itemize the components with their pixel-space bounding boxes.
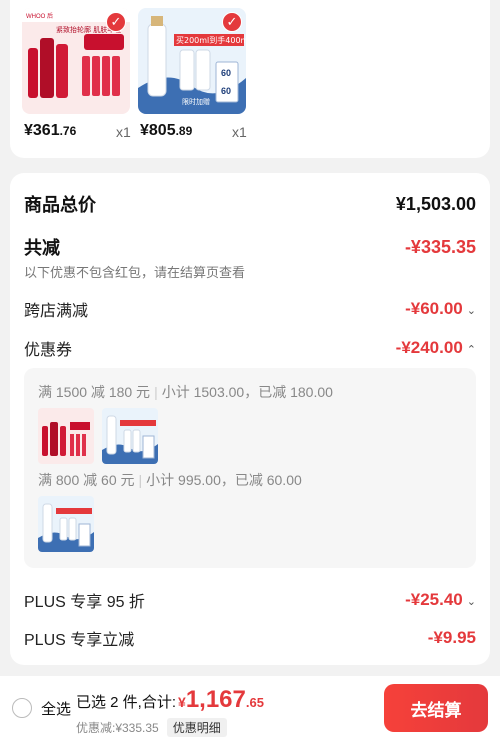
cart-products-card: WHOO 后 紧致抬轮廓 肌肤年轻 ✓ ¥361.76 x1 60 60 买20… [10, 0, 490, 158]
product-image-2[interactable]: 60 60 买200ml到手400ml 限时加赠 ✓ [138, 8, 246, 114]
coupon-detail: 小计 995.00，已减 60.00 [146, 472, 302, 488]
coupon-row[interactable]: 优惠券 -¥240.00 ⌃ [24, 336, 476, 360]
price-dec: .89 [175, 124, 193, 138]
radio-icon[interactable] [12, 698, 32, 718]
svg-text:买200ml到手400ml: 买200ml到手400ml [176, 35, 246, 45]
coupon-details: 满 1500 减 180 元 | 小计 1503.00，已减 180.00 满 80… [24, 368, 476, 568]
coupon-label: 优惠券 [24, 342, 73, 359]
total-line: 已选 2 件,合计: ¥ 1,167 .65 [76, 686, 264, 714]
discount-detail-button[interactable]: 优惠明细 [166, 718, 227, 737]
discount-note: 以下优惠不包含红包，请在结算页查看 [24, 265, 246, 280]
select-all-label[interactable]: 全选 [41, 698, 71, 719]
total-int: 1,167 [185, 686, 246, 713]
total-discount-value: -¥335.35 [404, 236, 476, 257]
coupon-value: -¥240.00 [395, 338, 463, 357]
discount-line: 优惠减:¥335.35 优惠明细 [76, 718, 227, 737]
price-int: ¥805 [140, 122, 176, 139]
svg-text:限时加赠: 限时加赠 [182, 97, 210, 106]
product-image-1[interactable]: WHOO 后 紧致抬轮廓 肌肤年轻 ✓ [22, 8, 130, 114]
price-int: ¥361 [24, 122, 60, 139]
cross-store-row[interactable]: 跨店满减 -¥60.00 ⌄ [24, 297, 476, 321]
svg-text:60: 60 [221, 68, 231, 78]
chevron-down-icon[interactable]: ⌄ [467, 595, 476, 608]
coupon-rule: 满 1500 减 180 元 [38, 384, 151, 400]
selected-text: 已选 2 件,合计: [76, 694, 177, 711]
total-discount-row: 共减 -¥335.35 [24, 234, 476, 260]
plus95-row[interactable]: PLUS 专享 95 折 -¥25.40 ⌄ [24, 588, 476, 612]
cross-store-value: -¥60.00 [405, 299, 463, 318]
plus95-label: PLUS 专享 95 折 [24, 594, 145, 611]
product-item-2[interactable]: 60 60 买200ml到手400ml 限时加赠 ✓ [138, 8, 246, 114]
product-item-1[interactable]: WHOO 后 紧致抬轮廓 肌肤年轻 ✓ [22, 8, 130, 114]
check-icon[interactable]: ✓ [106, 12, 126, 32]
plus-direct-row: PLUS 专享立减 -¥9.95 [24, 626, 476, 650]
svg-text:60: 60 [221, 86, 231, 96]
plus-direct-label: PLUS 专享立减 [24, 632, 135, 649]
discount-text: 优惠减:¥335.35 [76, 721, 159, 735]
cross-store-label: 跨店满减 [24, 303, 89, 320]
goods-total-value: ¥1,503.00 [395, 193, 476, 214]
product-qty-1: x1 [116, 124, 131, 140]
coupon-product-thumb [38, 408, 94, 464]
checkout-bar: 全选 已选 2 件,合计: ¥ 1,167 .65 优惠减:¥335.35 优惠… [0, 676, 500, 742]
coupon-rule: 满 800 减 60 元 [38, 472, 135, 488]
chevron-up-icon[interactable]: ⌃ [467, 343, 476, 356]
plus95-value: -¥25.40 [405, 590, 463, 609]
coupon-line-1: 满 1500 减 180 元 | 小计 1503.00，已减 180.00 [38, 384, 333, 400]
goods-total-label: 商品总价 [24, 195, 96, 215]
price-summary-card: 商品总价 ¥1,503.00 共减 -¥335.35 以下优惠不包含红包，请在结… [10, 173, 490, 665]
plus-direct-value: -¥9.95 [427, 628, 476, 647]
chevron-down-icon[interactable]: ⌄ [467, 304, 476, 317]
product-qty-2: x1 [232, 124, 247, 140]
currency: ¥ [178, 694, 186, 710]
price-dec: .76 [59, 124, 77, 138]
coupon-detail: 小计 1503.00，已减 180.00 [161, 384, 333, 400]
coupon-line-2: 满 800 减 60 元 | 小计 995.00，已减 60.00 [38, 472, 302, 488]
total-discount-label: 共减 [24, 238, 60, 258]
coupon-product-thumb [102, 408, 158, 464]
total-dec: .65 [245, 695, 264, 710]
goods-total-row: 商品总价 ¥1,503.00 [24, 191, 476, 217]
check-icon[interactable]: ✓ [222, 12, 242, 32]
checkout-button[interactable]: 去结算 [384, 684, 488, 732]
svg-text:WHOO 后: WHOO 后 [26, 12, 53, 20]
coupon-product-thumb [38, 496, 94, 552]
